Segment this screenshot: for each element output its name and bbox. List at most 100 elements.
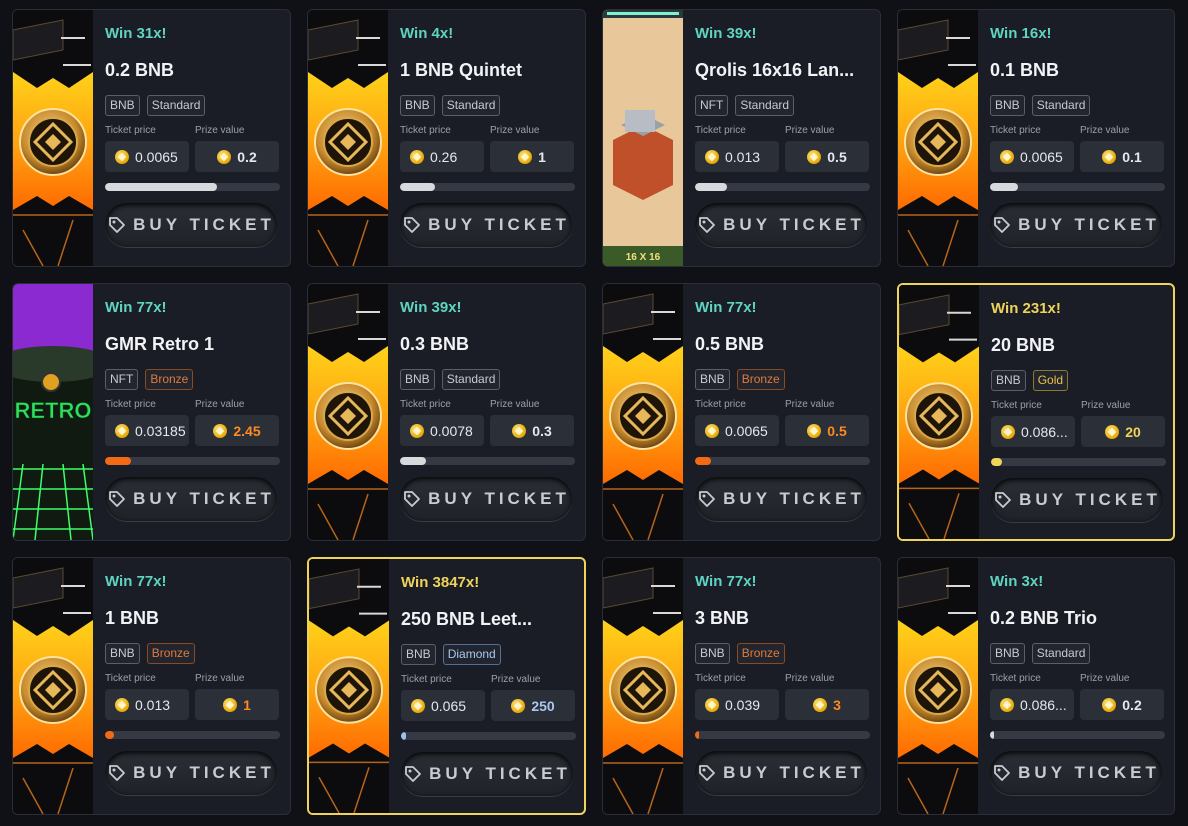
ticket-price-box: 0.26 [400, 141, 484, 172]
buy-ticket-button[interactable]: BUY TICKET [400, 477, 572, 521]
buy-ticket-button[interactable]: BUY TICKET [695, 751, 867, 795]
progress-bar [990, 731, 1165, 739]
card-body: Win 4x! 1 BNB Quintet BNB Standard Ticke… [388, 10, 585, 266]
progress-bar [401, 732, 576, 740]
prize-value-box: 20 [1081, 416, 1165, 447]
ticket-price-box: 0.0065 [990, 141, 1074, 172]
price-row: 0.039 3 [695, 689, 870, 720]
card-thumbnail [309, 559, 389, 813]
buy-ticket-label: BUY TICKET [1018, 215, 1160, 234]
ticket-price-label: Ticket price [400, 399, 451, 410]
lottery-card-2[interactable]: Win 4x! 1 BNB Quintet BNB Standard Ticke… [307, 9, 586, 267]
buy-ticket-button[interactable]: BUY TICKET [990, 203, 1162, 247]
currency-tag: BNB [991, 370, 1026, 391]
tag-row: BNB Bronze [695, 643, 870, 664]
tier-tag: Bronze [736, 643, 785, 664]
progress-bar [105, 457, 280, 465]
progress-bar [400, 183, 575, 191]
price-labels: Ticket price Prize value [105, 125, 280, 137]
prize-value-box: 1 [195, 689, 279, 720]
ticket-price-value: 0.0065 [135, 148, 178, 165]
card-title: 250 BNB Leet... [401, 609, 533, 629]
prize-value: 2.45 [233, 422, 261, 439]
price-labels: Ticket price Prize value [695, 125, 870, 137]
win-multiplier: Win 77x! [695, 299, 757, 316]
card-body: Win 3847x! 250 BNB Leet... BNB Diamond T… [389, 559, 584, 813]
prize-value-label: Prize value [785, 125, 835, 136]
progress-bar [990, 183, 1165, 191]
progress-fill [695, 457, 711, 465]
card-title: 0.3 BNB [400, 334, 470, 354]
progress-bar [105, 731, 280, 739]
lottery-card-7[interactable]: Win 77x! 0.5 BNB BNB Bronze Ticket price… [602, 283, 881, 541]
tier-tag: Diamond [442, 644, 501, 665]
buy-ticket-label: BUY TICKET [429, 764, 571, 783]
lottery-card-11[interactable]: Win 77x! 3 BNB BNB Bronze Ticket price P… [602, 557, 881, 815]
card-thumbnail [603, 558, 683, 814]
bnb-coin-icon [1102, 697, 1117, 712]
lottery-card-3[interactable]: 16 X 16 Win 39x! Qrolis 16x16 Lan... NFT… [602, 9, 881, 267]
buy-ticket-button[interactable]: BUY TICKET [401, 752, 573, 796]
prize-value-label: Prize value [195, 399, 245, 410]
lottery-card-4[interactable]: Win 16x! 0.1 BNB BNB Standard Ticket pri… [897, 9, 1175, 267]
price-row: 0.26 1 [400, 141, 575, 172]
price-labels: Ticket price Prize value [695, 673, 870, 685]
ticket-price-box: 0.039 [695, 689, 779, 720]
prize-value-label: Prize value [1080, 673, 1130, 684]
buy-ticket-button[interactable]: BUY TICKET [991, 478, 1163, 522]
lottery-card-9[interactable]: Win 77x! 1 BNB BNB Bronze Ticket price P… [12, 557, 291, 815]
card-title: 0.5 BNB [695, 334, 765, 354]
buy-ticket-button[interactable]: BUY TICKET [990, 751, 1162, 795]
prize-value-box: 0.2 [1080, 689, 1164, 720]
bnb-coin-icon [1102, 149, 1117, 164]
price-tag-icon [994, 765, 1011, 781]
ticket-price-value: 0.0078 [430, 422, 473, 439]
tier-tag: Gold [1032, 370, 1069, 391]
buy-ticket-button[interactable]: BUY TICKET [695, 477, 867, 521]
bnb-coin-icon [705, 697, 719, 712]
ticket-price-box: 0.0065 [105, 141, 189, 172]
win-multiplier: Win 39x! [695, 25, 757, 42]
lottery-card-1[interactable]: Win 31x! 0.2 BNB BNB Standard Ticket pri… [12, 9, 291, 267]
bnb-coin-icon [223, 697, 238, 712]
buy-ticket-button[interactable]: BUY TICKET [400, 203, 572, 247]
card-title: 0.2 BNB Trio [990, 608, 1098, 628]
buy-ticket-button[interactable]: BUY TICKET [695, 203, 867, 247]
card-thumbnail [13, 558, 93, 814]
bnb-coin-icon [1001, 424, 1015, 439]
ticket-price-label: Ticket price [695, 399, 746, 410]
prize-value-label: Prize value [491, 674, 541, 685]
prize-value-box: 250 [491, 690, 575, 721]
prize-value: 1 [243, 696, 251, 713]
buy-ticket-label: BUY TICKET [1018, 763, 1160, 782]
ticket-price-box: 0.03185 [105, 415, 189, 446]
price-tag-icon [109, 765, 126, 781]
tag-row: BNB Standard [990, 643, 1165, 664]
prize-value-box: 0.1 [1080, 141, 1164, 172]
bnb-coin-icon [213, 423, 228, 438]
bnb-coin-icon [411, 698, 425, 713]
prize-value: 250 [531, 697, 555, 714]
tier-tag: Bronze [145, 369, 194, 390]
card-thumbnail [899, 285, 979, 539]
prize-value: 3 [833, 696, 841, 713]
progress-bar [991, 458, 1166, 466]
lottery-card-6[interactable]: Win 39x! 0.3 BNB BNB Standard Ticket pri… [307, 283, 586, 541]
prize-value-box: 0.5 [785, 415, 869, 446]
buy-ticket-label: BUY TICKET [723, 489, 865, 508]
lottery-card-8[interactable]: Win 231x! 20 BNB BNB Gold Ticket price P… [897, 283, 1175, 541]
price-row: 0.086... 20 [991, 416, 1166, 447]
buy-ticket-button[interactable]: BUY TICKET [105, 477, 277, 521]
lottery-card-5[interactable]: RETRO Win 77x! GMR Retro 1 NFT Bronze Ti… [12, 283, 291, 541]
buy-ticket-button[interactable]: BUY TICKET [105, 203, 277, 247]
bnb-coin-icon [512, 423, 527, 438]
card-body: Win 31x! 0.2 BNB BNB Standard Ticket pri… [93, 10, 290, 266]
prize-value-box: 3 [785, 689, 869, 720]
tag-row: BNB Diamond [401, 644, 576, 665]
ticket-price-box: 0.0065 [695, 415, 779, 446]
lottery-card-12[interactable]: Win 3x! 0.2 BNB Trio BNB Standard Ticket… [897, 557, 1175, 815]
bnb-coin-icon [705, 423, 719, 438]
lottery-card-10[interactable]: Win 3847x! 250 BNB Leet... BNB Diamond T… [307, 557, 586, 815]
buy-ticket-button[interactable]: BUY TICKET [105, 751, 277, 795]
card-body: Win 231x! 20 BNB BNB Gold Ticket price P… [979, 285, 1173, 539]
